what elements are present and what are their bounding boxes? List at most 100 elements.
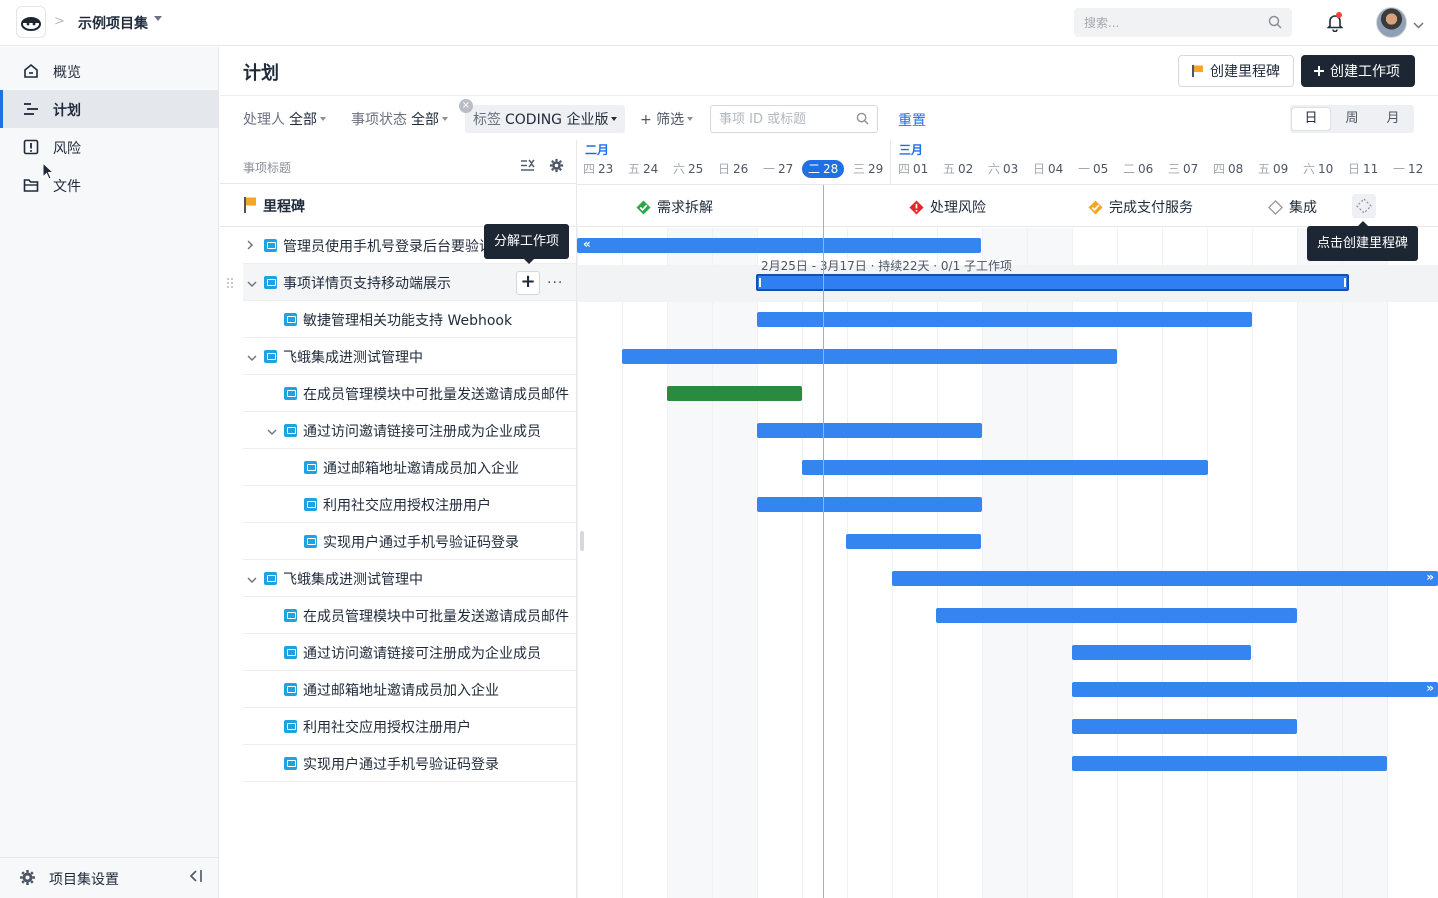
settings-gear-icon[interactable] — [549, 158, 564, 177]
clear-tag-filter-icon[interactable]: × — [459, 99, 473, 113]
split-item-button[interactable]: + — [516, 271, 540, 295]
create-milestone-button[interactable]: 创建里程碑 — [1178, 55, 1294, 87]
grid-line — [667, 228, 668, 898]
view-day-button[interactable]: 日 — [1292, 108, 1330, 130]
item-title[interactable]: 利用社交应用授权注册用户 — [323, 495, 491, 515]
chevron-down-icon[interactable] — [246, 350, 258, 366]
project-settings[interactable]: 项目集设置 — [0, 857, 218, 897]
list-item[interactable]: 通过邮箱地址邀请成员加入企业 — [243, 671, 576, 708]
item-title[interactable]: 实现用户通过手机号验证码登录 — [323, 532, 519, 552]
gantt-bar[interactable] — [1072, 719, 1297, 734]
panel-resize-handle[interactable] — [580, 531, 584, 551]
item-title[interactable]: 通过邮箱地址邀请成员加入企业 — [323, 458, 519, 478]
milestone-requirements[interactable]: 需求拆解 — [636, 197, 713, 217]
gantt-bar[interactable] — [757, 423, 982, 438]
sidebar-item-overview[interactable]: 概览 — [0, 52, 218, 90]
filter-label: 标签 — [473, 112, 501, 128]
gantt-bar[interactable] — [1072, 756, 1387, 771]
milestone-risk[interactable]: 处理风险 — [909, 197, 986, 217]
view-week-button[interactable]: 周 — [1333, 108, 1371, 130]
tag-filter[interactable]: 标签 CODING 企业版 — [465, 105, 626, 133]
list-item[interactable]: 利用社交应用授权注册用户 — [243, 486, 576, 523]
gantt-bar[interactable] — [846, 534, 981, 549]
reset-filters-link[interactable]: 重置 — [898, 110, 926, 130]
grid-line — [1387, 228, 1388, 898]
list-item[interactable]: 通过访问邀请链接可注册成为企业成员 — [243, 412, 576, 449]
item-title[interactable]: 通过邮箱地址邀请成员加入企业 — [303, 680, 499, 700]
scroll-right-icon[interactable]: » — [1426, 681, 1434, 695]
app-logo-icon[interactable] — [16, 6, 46, 38]
search-icon[interactable] — [1268, 15, 1282, 33]
gantt-bar[interactable] — [802, 460, 1208, 475]
item-title[interactable]: 通过访问邀请链接可注册成为企业成员 — [303, 643, 541, 663]
milestone-payment[interactable]: 完成支付服务 — [1088, 197, 1193, 217]
item-title[interactable]: 在成员管理模块中可批量发送邀请成员邮件 — [303, 606, 569, 626]
gantt-bar[interactable] — [757, 312, 1252, 327]
global-search[interactable] — [1074, 8, 1292, 37]
gantt-bar[interactable] — [622, 349, 1117, 364]
chevron-down-icon[interactable] — [1413, 17, 1424, 33]
sidebar-item-plan[interactable]: 计划 — [0, 90, 218, 128]
chevron-down-icon[interactable] — [246, 276, 258, 292]
search-icon[interactable] — [856, 112, 869, 129]
list-item[interactable]: 实现用户通过手机号验证码登录 — [243, 745, 576, 782]
list-item[interactable]: 在成员管理模块中可批量发送邀请成员邮件 — [243, 375, 576, 412]
gantt-bar[interactable] — [757, 497, 982, 512]
item-title[interactable]: 敏捷管理相关功能支持 Webhook — [303, 310, 512, 330]
list-item[interactable]: 通过访问邀请链接可注册成为企业成员 — [243, 634, 576, 671]
list-item[interactable]: 利用社交应用授权注册用户 — [243, 708, 576, 745]
user-avatar[interactable] — [1376, 7, 1407, 38]
collapse-all-icon[interactable] — [520, 159, 535, 176]
add-filter-button[interactable]: + 筛选 — [640, 110, 694, 128]
chevron-down-icon[interactable] — [266, 424, 278, 440]
item-title[interactable]: 利用社交应用授权注册用户 — [303, 717, 471, 737]
scroll-left-icon[interactable]: « — [583, 237, 591, 251]
scroll-right-icon[interactable]: » — [1426, 570, 1434, 584]
gantt-bar[interactable]: » — [892, 570, 1438, 586]
gantt-bar[interactable]: » — [1072, 681, 1438, 697]
chevron-down-icon[interactable] — [154, 16, 162, 21]
project-selector[interactable]: 示例项目集 — [78, 13, 148, 33]
requirement-icon — [264, 239, 277, 252]
sidebar-item-files[interactable]: 文件 — [0, 166, 218, 204]
search-input[interactable] — [1074, 8, 1254, 37]
item-title[interactable]: 在成员管理模块中可批量发送邀请成员邮件 — [303, 384, 569, 404]
sidebar-item-risk[interactable]: 风险 — [0, 128, 218, 166]
list-item[interactable]: 飞蛾集成进测试管理中 — [243, 338, 576, 375]
item-search-input[interactable] — [711, 106, 851, 132]
create-milestone-slot[interactable] — [1352, 194, 1376, 218]
list-item[interactable]: 实现用户通过手机号验证码登录 — [243, 523, 576, 560]
create-milestone-tooltip: 点击创建里程碑 — [1307, 221, 1419, 261]
view-month-button[interactable]: 月 — [1374, 108, 1412, 130]
day-label: 四 01 — [898, 160, 928, 178]
filter-label: 处理人 — [243, 112, 285, 128]
list-item[interactable]: 通过邮箱地址邀请成员加入企业 — [243, 449, 576, 486]
chevron-right-icon[interactable] — [246, 239, 254, 255]
item-title[interactable]: 实现用户通过手机号验证码登录 — [303, 754, 499, 774]
assignee-filter[interactable]: 处理人 全部 — [243, 110, 326, 128]
item-search[interactable] — [710, 105, 878, 133]
milestone-integration[interactable]: 集成 — [1268, 197, 1317, 217]
item-title[interactable]: 飞蛾集成进测试管理中 — [283, 569, 423, 589]
requirement-icon — [264, 350, 277, 363]
sidebar-item-label: 概览 — [53, 65, 81, 81]
gantt-bar[interactable]: « — [577, 237, 981, 253]
list-item[interactable]: 敏捷管理相关功能支持 Webhook — [243, 301, 576, 338]
drag-handle-icon[interactable] — [226, 277, 234, 293]
item-title[interactable]: 飞蛾集成进测试管理中 — [283, 347, 423, 367]
item-title[interactable]: 事项详情页支持移动端展示 — [283, 273, 451, 293]
status-filter[interactable]: 事项状态 全部 — [351, 110, 448, 128]
date-label: 28 — [823, 162, 839, 176]
gantt-bar[interactable] — [936, 608, 1297, 623]
gantt-bar[interactable] — [1072, 645, 1251, 660]
item-title[interactable]: 通过访问邀请链接可注册成为企业成员 — [303, 421, 541, 441]
list-item[interactable]: 飞蛾集成进测试管理中 — [243, 560, 576, 597]
collapse-sidebar-icon[interactable] — [188, 869, 204, 887]
create-item-button[interactable]: 创建工作项 — [1301, 55, 1415, 87]
gantt-bar-completed[interactable] — [667, 386, 802, 401]
chevron-down-icon[interactable] — [246, 572, 258, 588]
list-item[interactable]: 在成员管理模块中可批量发送邀请成员邮件 — [243, 597, 576, 634]
gantt-bar-selected[interactable] — [756, 274, 1349, 291]
item-title[interactable]: 管理员使用手机号登录后台要验证 — [283, 236, 493, 256]
more-actions-icon[interactable]: ··· — [547, 275, 563, 291]
